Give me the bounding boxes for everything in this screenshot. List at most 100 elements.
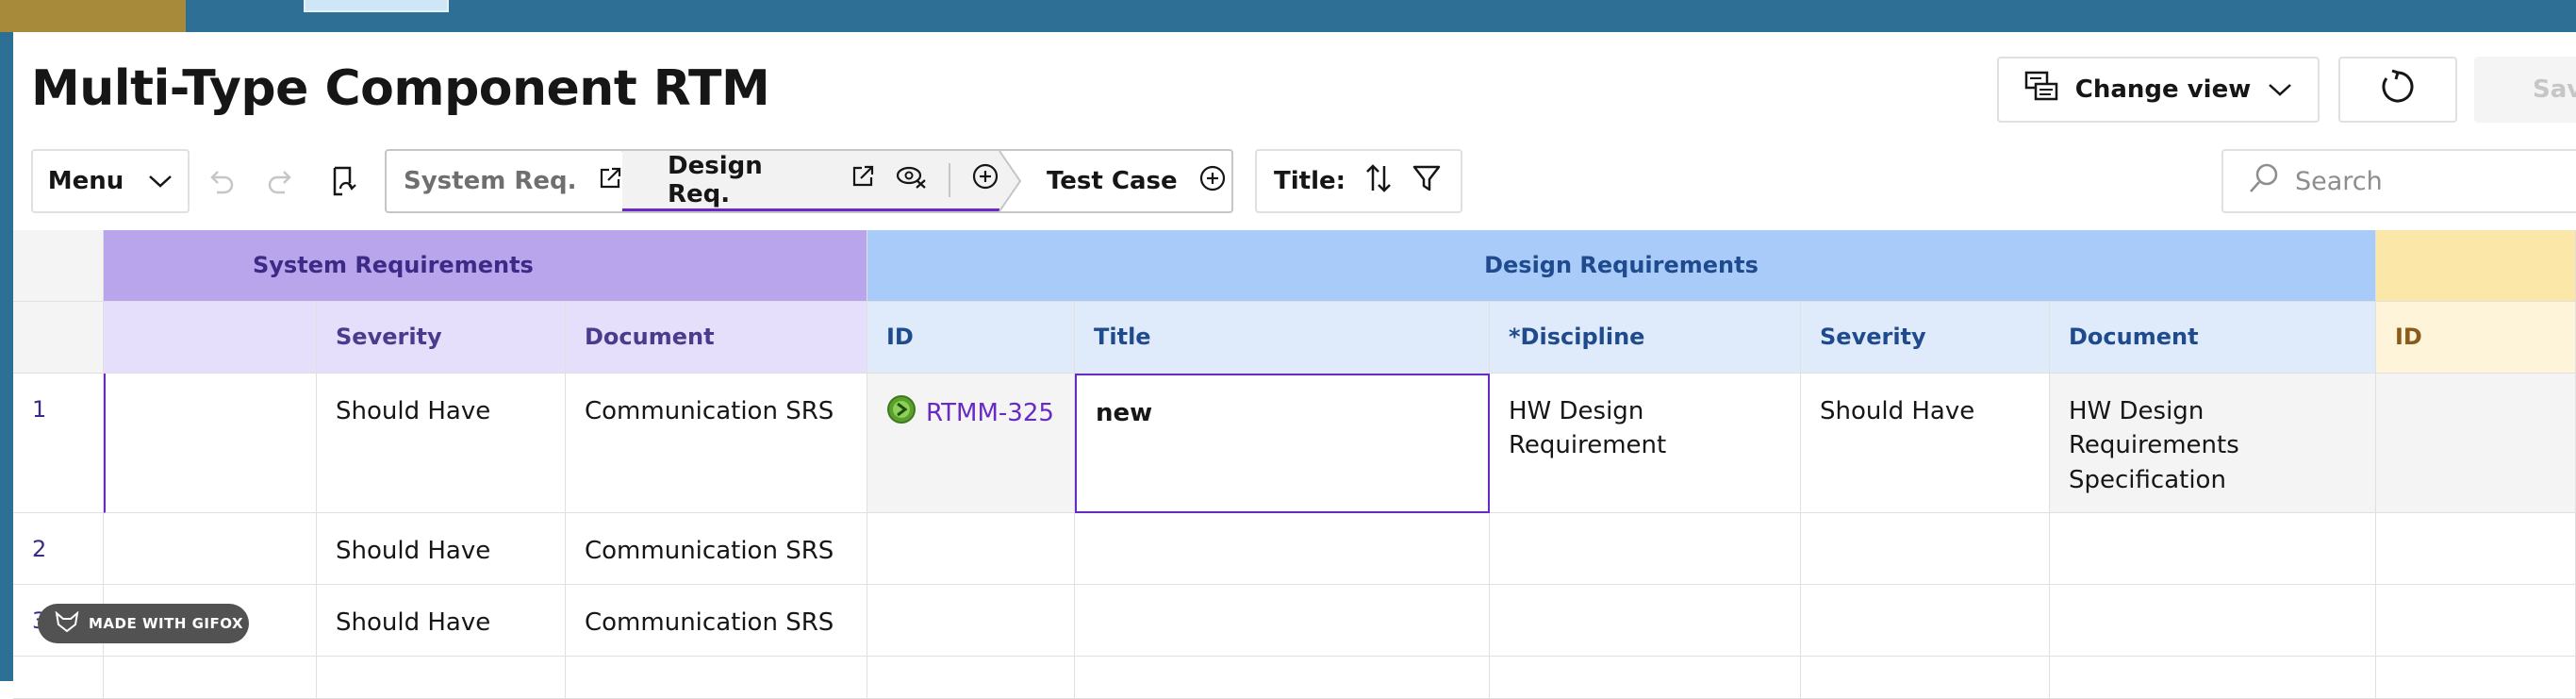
grid-cell-document[interactable] xyxy=(2050,513,2376,585)
menu-button[interactable]: Menu xyxy=(31,149,190,213)
grid-cell-title-selected[interactable]: new xyxy=(1075,374,1490,513)
row-number: 2 xyxy=(13,513,104,585)
column-label: ID xyxy=(2395,323,2422,350)
grid-cell-discipline[interactable] xyxy=(1490,513,1801,585)
grid-cell[interactable] xyxy=(104,513,317,585)
grid-cell-severity[interactable] xyxy=(1801,513,2050,585)
row-number: 1 xyxy=(13,374,104,513)
chevron-down-icon xyxy=(2268,75,2292,104)
grid-cell[interactable] xyxy=(867,657,1075,699)
title-sort-control[interactable]: Title: xyxy=(1255,149,1462,213)
app-logo-area xyxy=(0,0,186,32)
group-header-design: Design Requirements xyxy=(867,230,2376,302)
redo-icon[interactable] xyxy=(262,162,300,200)
grid-cell[interactable] xyxy=(1075,657,1490,699)
rtm-grid: System Requirements Design Requirements … xyxy=(13,230,2576,699)
column-label: Document xyxy=(585,323,715,350)
grid-cell-severity[interactable]: Should Have xyxy=(317,513,566,585)
row-number-header xyxy=(13,302,104,374)
column-header-test-id[interactable]: ID xyxy=(2376,302,2576,374)
corner-cell xyxy=(13,230,104,302)
breadcrumb-test-case[interactable]: Test Case xyxy=(1047,151,1227,211)
column-label: Document xyxy=(2069,323,2199,350)
linked-icon xyxy=(886,394,916,434)
column-header-severity[interactable]: Severity xyxy=(1801,302,2050,374)
search-input[interactable]: Search xyxy=(2221,149,2576,213)
search-placeholder: Search xyxy=(2295,166,2383,196)
grid-cell[interactable] xyxy=(317,657,566,699)
grid-cell-test-id[interactable] xyxy=(2376,513,2576,585)
grid-cell-discipline[interactable] xyxy=(1490,585,1801,657)
breadcrumb-label: Test Case xyxy=(1047,167,1178,195)
column-header[interactable] xyxy=(104,302,317,374)
grid-cell[interactable] xyxy=(1490,657,1801,699)
refresh-button[interactable] xyxy=(2338,57,2457,123)
undo-icon[interactable] xyxy=(202,162,239,200)
group-label: System Requirements xyxy=(253,251,534,278)
save-label: Save xyxy=(2533,75,2576,104)
column-header-title[interactable]: Title xyxy=(1075,302,1490,374)
breadcrumb-system-req[interactable]: System Req. xyxy=(404,151,622,211)
grid-cell-id[interactable] xyxy=(867,585,1075,657)
open-link-icon[interactable] xyxy=(850,164,875,195)
grid-cell-severity[interactable]: Should Have xyxy=(317,585,566,657)
group-header-system: System Requirements xyxy=(104,230,954,302)
refresh-icon xyxy=(2379,68,2417,112)
group-label: Design Requirements xyxy=(1484,251,1759,278)
top-bar xyxy=(0,0,2576,32)
gifox-watermark: MADE WITH GIFOX xyxy=(38,604,249,643)
menu-label: Menu xyxy=(47,167,124,195)
search-icon xyxy=(2248,162,2280,201)
grid-cell-document[interactable]: Communication SRS xyxy=(566,374,867,513)
grid-cell-severity[interactable]: Should Have xyxy=(1801,374,2050,513)
breadcrumb-label: Design Req. xyxy=(668,151,763,208)
grid-cell[interactable] xyxy=(104,374,317,513)
column-label: Title xyxy=(1094,323,1151,350)
column-label: ID xyxy=(886,323,914,350)
grid-cell-document[interactable] xyxy=(2050,585,2376,657)
breadcrumb-design-req[interactable]: Design Req. xyxy=(622,151,999,211)
grid-cell[interactable] xyxy=(566,657,867,699)
column-header-document[interactable]: Document xyxy=(2050,302,2376,374)
breadcrumb-arrow xyxy=(999,151,1022,211)
grid-cell-severity[interactable]: Should Have xyxy=(317,374,566,513)
column-header-id[interactable]: ID xyxy=(867,302,1075,374)
column-header-document[interactable]: Document xyxy=(566,302,867,374)
grid-cell-id[interactable]: RTMM-325 xyxy=(867,374,1075,513)
hide-link-icon[interactable] xyxy=(896,163,928,196)
column-header-severity[interactable]: Severity xyxy=(317,302,566,374)
grid-cell-test-id[interactable] xyxy=(2376,585,2576,657)
fox-icon xyxy=(55,610,79,636)
change-view-label: Change view xyxy=(2074,75,2252,104)
filter-icon[interactable] xyxy=(1412,163,1442,200)
title-sort-label: Title: xyxy=(1274,167,1346,195)
grid-cell-title[interactable] xyxy=(1075,513,1490,585)
save-button[interactable]: Save xyxy=(2474,57,2576,123)
divider xyxy=(949,162,950,197)
row-number xyxy=(13,657,104,699)
change-view-button[interactable]: Change view xyxy=(1997,57,2320,123)
item-id-link[interactable]: RTMM-325 xyxy=(926,399,1054,427)
grid-cell-test-id[interactable] xyxy=(2376,374,2576,513)
grid-cell-discipline[interactable]: HW Design Requirement xyxy=(1490,374,1801,513)
grid-cell-document[interactable]: Communication SRS xyxy=(566,513,867,585)
grid-cell-severity[interactable] xyxy=(1801,585,2050,657)
grid-cell-document[interactable]: HW Design Requirements Specification xyxy=(2050,374,2376,513)
sort-icon[interactable] xyxy=(1364,162,1393,201)
add-circle-icon[interactable] xyxy=(1198,164,1227,199)
grid-cell-document[interactable]: Communication SRS xyxy=(566,585,867,657)
group-header-test-case xyxy=(2376,230,2576,302)
page-title: Multi-Type Component RTM xyxy=(31,60,770,117)
watermark-text: MADE WITH GIFOX xyxy=(89,615,244,632)
top-tab[interactable] xyxy=(304,0,449,12)
grid-cell[interactable] xyxy=(104,657,317,699)
grid-cell-title[interactable] xyxy=(1075,585,1490,657)
grid-cell[interactable] xyxy=(2376,657,2576,699)
breadcrumb: System Req. Design Req. Test Case xyxy=(385,149,1233,213)
column-header-discipline[interactable]: *Discipline xyxy=(1490,302,1801,374)
chevron-down-icon xyxy=(148,167,173,195)
grid-cell-id[interactable] xyxy=(867,513,1075,585)
grid-cell[interactable] xyxy=(2050,657,2376,699)
grid-cell[interactable] xyxy=(1801,657,2050,699)
export-icon[interactable] xyxy=(324,162,362,200)
